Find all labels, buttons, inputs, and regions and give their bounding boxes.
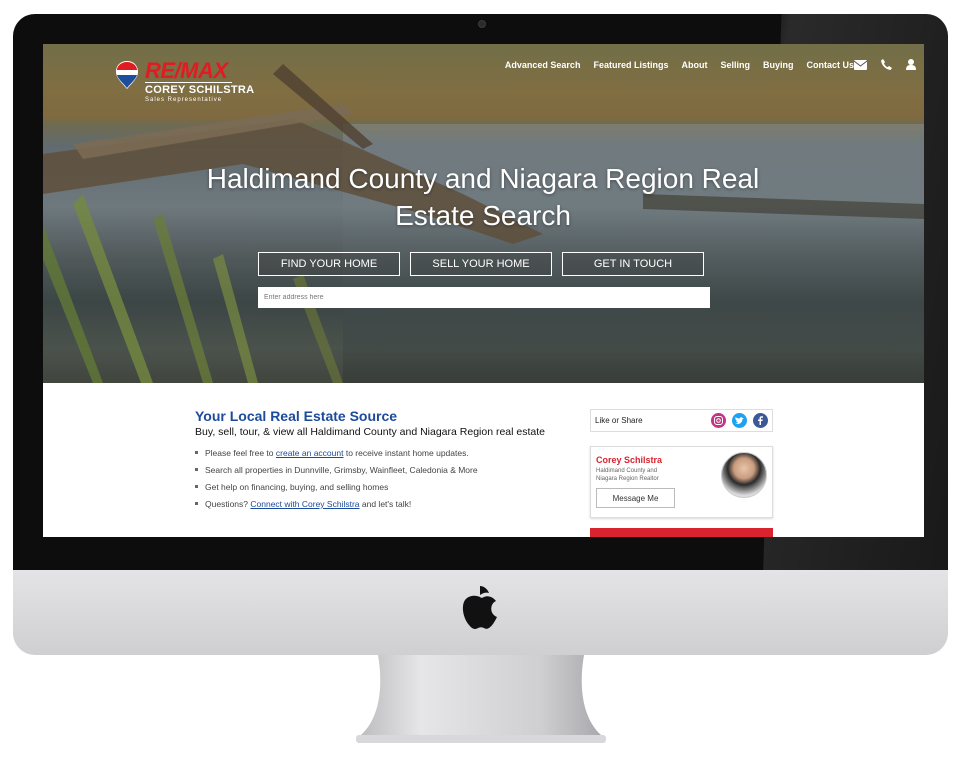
share-box: Like or Share [590,409,773,432]
nav-buying[interactable]: Buying [763,60,794,70]
agent-photo [721,452,767,498]
feature-list: Please feel free to create an account to… [195,448,575,509]
list-item: Questions? Connect with Corey Schilstra … [195,499,575,509]
agent-card: Corey Schilstra Haldimand County and Nia… [590,446,773,518]
camera-dot [478,20,486,28]
facebook-icon[interactable] [753,413,768,428]
find-your-home-button[interactable]: FIND YOUR HOME [258,252,400,276]
connect-agent-link[interactable]: Connect with Corey Schilstra [250,499,359,509]
nav-advanced-search[interactable]: Advanced Search [505,60,581,70]
address-search-input[interactable] [258,287,710,308]
envelope-icon[interactable] [854,59,867,70]
section-subtitle: Buy, sell, tour, & view all Haldimand Co… [195,426,545,438]
website-screen: RE/MAX COREY SCHILSTRA Sales Representat… [43,44,924,537]
message-me-button[interactable]: Message Me [596,488,675,508]
section-title: Your Local Real Estate Source [195,408,398,424]
logo-brand-text: RE/MAX [145,58,228,83]
nav-featured-listings[interactable]: Featured Listings [593,60,668,70]
cta-bar[interactable] [590,528,773,537]
content-section: Your Local Real Estate Source Buy, sell,… [43,383,924,537]
monitor-stand [356,655,606,743]
sell-your-home-button[interactable]: SELL YOUR HOME [410,252,552,276]
intro-column: Your Local Real Estate Source Buy, sell,… [195,408,575,516]
nav-contact-us[interactable]: Contact Us [806,60,854,70]
logo-agent-name: COREY SCHILSTRA [145,84,255,96]
agent-description: Haldimand County and Niagara Region Real… [596,468,659,482]
apple-logo-icon [462,586,497,629]
user-icon[interactable] [906,59,916,70]
remax-logo[interactable]: RE/MAX COREY SCHILSTRA Sales Representat… [115,58,254,106]
instagram-icon[interactable] [711,413,726,428]
logo-agent-title: Sales Representative [145,97,223,103]
share-label: Like or Share [595,416,643,425]
agent-name: Corey Schilstra [596,455,663,465]
twitter-icon[interactable] [732,413,747,428]
hero-buttons: FIND YOUR HOME SELL YOUR HOME GET IN TOU… [258,252,704,276]
create-account-link[interactable]: create an account [276,448,344,458]
nav-selling[interactable]: Selling [720,60,750,70]
nav-icons [854,59,916,70]
list-item: Search all properties in Dunnville, Grim… [195,465,575,475]
phone-icon[interactable] [881,59,892,70]
list-item: Get help on financing, buying, and selli… [195,482,575,492]
nav-about[interactable]: About [681,60,707,70]
main-nav: Advanced Search Featured Listings About … [505,60,854,70]
list-item: Please feel free to create an account to… [195,448,575,458]
sidebar: Like or Share Corey Schilstra Haldimand … [590,409,773,537]
hero-title: Haldimand County and Niagara Region Real… [206,163,760,231]
hero-banner: RE/MAX COREY SCHILSTRA Sales Representat… [43,44,924,383]
balloon-icon [116,61,138,89]
get-in-touch-button[interactable]: GET IN TOUCH [562,252,704,276]
